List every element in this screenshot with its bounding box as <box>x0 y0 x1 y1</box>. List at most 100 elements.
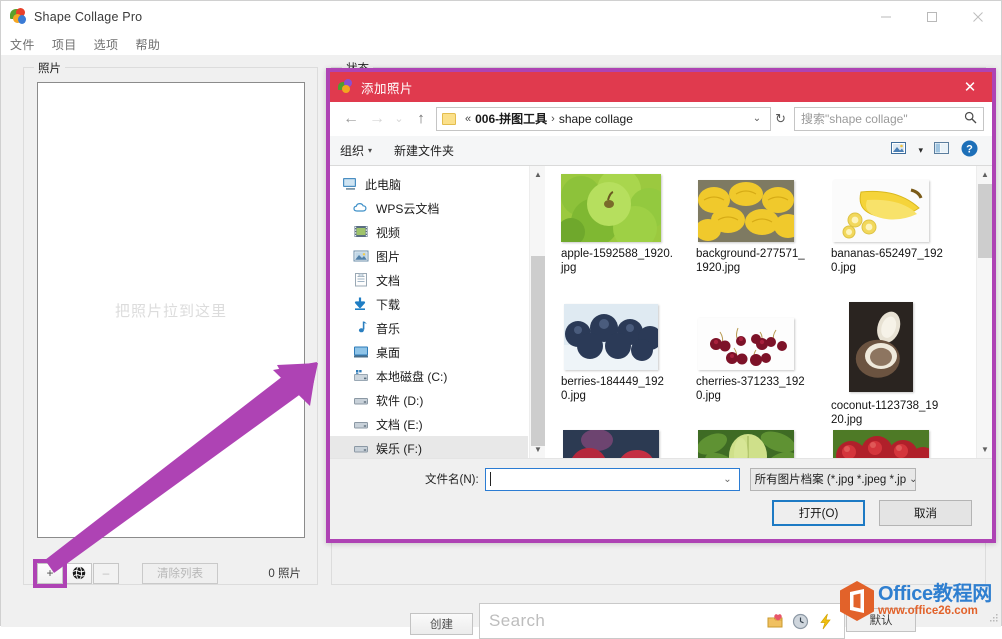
scroll-down-icon[interactable]: ▼ <box>977 441 993 458</box>
default-button[interactable]: 默认 <box>846 608 916 632</box>
sidebar-item-8[interactable]: 桌面 <box>330 340 528 364</box>
create-button[interactable]: 创建 <box>410 613 473 635</box>
menu-help[interactable]: 帮助 <box>135 36 160 53</box>
sidebar-item-7[interactable]: 音乐 <box>330 316 528 340</box>
file-list[interactable]: apple-1592588_1920.jpg background-277571… <box>545 166 976 458</box>
sidebar-item-5[interactable]: 文档 <box>330 268 528 292</box>
view-options-icon[interactable] <box>891 141 907 160</box>
up-level-icon[interactable]: ↑ <box>408 106 434 132</box>
sidebar-item-label: 音乐 <box>376 320 400 337</box>
dialog-app-icon <box>338 79 354 95</box>
app-title: Shape Collage Pro <box>34 10 142 24</box>
recent-locations-icon[interactable]: ⌄ <box>390 106 408 132</box>
dialog-sidebar: 此电脑 WPS云文档视频图片文档下载音乐桌面本地磁盘 (C:)软件 (D:)文档 … <box>330 166 529 458</box>
sidebar-item-6[interactable]: 下载 <box>330 292 528 316</box>
file-item[interactable]: berries-184449_1920.jpg <box>559 302 694 430</box>
photo-drop-area[interactable]: 把照片拉到这里 <box>37 82 305 538</box>
chevron-down-icon[interactable]: ▾ <box>918 145 923 156</box>
clock-icon[interactable] <box>792 613 809 630</box>
cloud-icon <box>353 200 370 216</box>
window-controls <box>863 1 1001 33</box>
sidebar-item-2[interactable]: WPS云文档 <box>330 196 528 220</box>
file-item[interactable]: apple-1592588_1920.jpg <box>559 174 694 302</box>
app-menubar: 文件 项目 选项 帮助 <box>1 33 1001 55</box>
chevron-down-icon: ▾ <box>368 146 372 155</box>
scroll-down-icon[interactable]: ▼ <box>530 441 546 458</box>
drop-hint-text: 把照片拉到这里 <box>115 300 227 321</box>
menu-project[interactable]: 项目 <box>52 36 77 53</box>
shapes-icon[interactable] <box>767 613 784 630</box>
file-thumbnail <box>696 174 796 242</box>
breadcrumb-segment-1[interactable]: 006-拼图工具 <box>475 110 547 127</box>
file-item[interactable]: cherries-371233_1920.jpg <box>694 302 829 430</box>
dialog-footer: 文件名(N): ⌄ 所有图片档案 (*.jpg *.jpeg *.jp ⌄ 打开… <box>330 458 992 539</box>
sidebar-item-label: WPS云文档 <box>376 200 439 217</box>
organize-button[interactable]: 组织 ▾ <box>340 142 372 159</box>
file-name-label: apple-1592588_1920.jpg <box>561 247 673 275</box>
sidebar-item-12[interactable]: 娱乐 (F:) <box>330 436 528 458</box>
breadcrumb-segment-2[interactable]: shape collage <box>559 112 633 126</box>
filelist-scroll-thumb[interactable] <box>978 184 992 258</box>
file-thumbnail <box>561 302 661 370</box>
lightning-icon[interactable] <box>817 613 834 630</box>
search-input[interactable]: Search <box>479 603 845 639</box>
scroll-up-icon[interactable]: ▲ <box>530 166 546 183</box>
scroll-up-icon[interactable]: ▲ <box>977 166 993 183</box>
menu-file[interactable]: 文件 <box>10 36 35 53</box>
cancel-button[interactable]: 取消 <box>879 500 972 526</box>
file-thumbnail <box>561 430 661 458</box>
search-icon <box>964 111 977 127</box>
sidebar-item-label: 文档 <box>376 272 400 289</box>
text-caret <box>490 472 491 486</box>
sidebar-item-1[interactable]: 此电脑 <box>330 172 528 196</box>
forward-icon[interactable]: → <box>364 106 390 132</box>
chevron-down-icon[interactable]: ⌄ <box>746 113 768 124</box>
sidebar-scrollbar[interactable]: ▲ ▼ <box>529 166 545 458</box>
menu-options[interactable]: 选项 <box>94 36 119 53</box>
close-icon[interactable]: ✕ <box>948 72 992 102</box>
drive-icon <box>353 392 370 408</box>
dialog-titlebar: 添加照片 ✕ <box>330 72 992 102</box>
file-item[interactable] <box>829 430 964 458</box>
drive-icon <box>353 440 370 456</box>
documents-icon <box>353 272 370 288</box>
sidebar-item-label: 此电脑 <box>365 176 401 193</box>
sidebar-item-4[interactable]: 图片 <box>330 244 528 268</box>
preview-pane-icon[interactable] <box>934 141 950 160</box>
sidebar-item-10[interactable]: 软件 (D:) <box>330 388 528 412</box>
back-icon[interactable]: ← <box>338 106 364 132</box>
filelist-scrollbar[interactable]: ▲ ▼ <box>976 166 992 458</box>
sidebar-item-label: 视频 <box>376 224 400 241</box>
sidebar-item-3[interactable]: 视频 <box>330 220 528 244</box>
close-icon[interactable] <box>955 1 1001 33</box>
sidebar-scroll-thumb[interactable] <box>531 256 545 446</box>
pictures-icon <box>353 248 370 264</box>
app-bottom-bar: 创建 Search <box>1 553 1001 627</box>
chevron-down-icon[interactable]: ⌄ <box>723 474 734 485</box>
system-drive-icon <box>353 368 370 384</box>
file-type-filter[interactable]: 所有图片档案 (*.jpg *.jpeg *.jp ⌄ <box>750 468 916 491</box>
sidebar-item-11[interactable]: 文档 (E:) <box>330 412 528 436</box>
refresh-icon[interactable]: ↻ <box>775 111 790 127</box>
dialog-search-input[interactable]: 搜索"shape collage" <box>794 107 984 131</box>
maximize-icon[interactable] <box>909 1 955 33</box>
sidebar-item-9[interactable]: 本地磁盘 (C:) <box>330 364 528 388</box>
breadcrumb-separator: › <box>551 113 555 125</box>
breadcrumb[interactable]: « 006-拼图工具 › shape collage ⌄ <box>436 107 771 131</box>
filename-input[interactable]: ⌄ <box>485 468 740 491</box>
dialog-search-placeholder: 搜索"shape collage" <box>801 110 908 127</box>
open-button[interactable]: 打开(O) <box>772 500 865 526</box>
this-pc-icon <box>342 176 359 192</box>
dialog-title: 添加照片 <box>361 78 413 97</box>
file-item[interactable]: bananas-652497_1920.jpg <box>829 174 964 302</box>
file-item[interactable]: coconut-1123738_1920.jpg <box>829 302 964 430</box>
file-item[interactable]: background-277571_1920.jpg <box>694 174 829 302</box>
sidebar-list: 此电脑 WPS云文档视频图片文档下载音乐桌面本地磁盘 (C:)软件 (D:)文档 … <box>330 166 528 458</box>
file-item[interactable] <box>559 430 694 458</box>
file-thumbnail <box>831 174 931 242</box>
help-icon[interactable]: ? <box>961 140 978 162</box>
minimize-icon[interactable] <box>863 1 909 33</box>
new-folder-button[interactable]: 新建文件夹 <box>394 142 454 159</box>
organize-label: 组织 <box>340 142 364 159</box>
file-item[interactable] <box>694 430 829 458</box>
